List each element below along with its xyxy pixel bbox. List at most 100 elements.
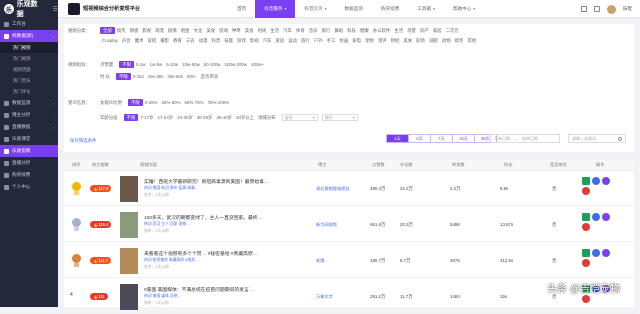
play-icon[interactable] <box>602 177 610 185</box>
nav-help[interactable]: 帮助中心 ▾ <box>444 0 484 18</box>
category-chip-row2-17[interactable]: 手工 <box>325 37 338 44</box>
duration-chip-4[interactable]: 60s+ <box>185 73 199 80</box>
video-thumbnail[interactable] <box>120 176 138 202</box>
age-chip-2[interactable]: 17-24岁 <box>156 114 176 121</box>
blogger-link[interactable]: 新华网视频 <box>316 222 337 228</box>
category-chip-22[interactable]: 生活 <box>392 27 405 34</box>
category-chip-row2-11[interactable]: 影视 <box>248 37 261 44</box>
category-chip-18[interactable]: 舞蹈 <box>332 27 345 34</box>
date-range-picker[interactable]: 开始日期 — 结束日期 <box>490 134 560 143</box>
gender-chip-3[interactable]: 50%-75% <box>183 99 206 106</box>
video-title[interactable]: #美国 美国媒体：不满总统在疫苗问题期间的发言… <box>144 286 284 293</box>
category-chip-11[interactable]: 美妆 <box>243 27 256 34</box>
sidebar-item-guide[interactable]: 乐观指南 <box>0 145 58 157</box>
star-icon[interactable] <box>582 187 590 195</box>
message-icon[interactable] <box>593 6 600 12</box>
nav-home[interactable]: 首页 <box>228 0 255 18</box>
category-chip-4[interactable]: 萌宠 <box>153 27 166 34</box>
category-chip-row2-14[interactable]: 运动 <box>286 37 299 44</box>
age-chip-6[interactable]: 40岁以上 <box>234 114 256 121</box>
nav-data-monitor[interactable]: 数据监测 <box>336 0 372 18</box>
category-chip-row2-16[interactable]: 户外 <box>312 37 325 44</box>
category-chip-row2-25[interactable]: 减肥 <box>427 37 440 44</box>
sidebar-item-find-data[interactable]: 找数据(新) ▾ <box>0 30 58 42</box>
category-chip-row2-21[interactable]: 测评 <box>376 37 389 44</box>
col-rank[interactable]: 排序 <box>72 162 80 168</box>
category-chip-15[interactable]: 体育 <box>294 27 307 34</box>
category-chip-7[interactable]: 文化 <box>192 27 205 34</box>
category-chip-row2-10[interactable]: 游戏 <box>235 37 248 44</box>
category-chip-row2-6[interactable]: 三农 <box>184 37 197 44</box>
col-comments[interactable]: 评论数 <box>400 162 413 168</box>
sidebar-item-live-analysis[interactable]: 直播分析 <box>0 157 58 169</box>
blogger-link[interactable]: 湖北黄鹤楼电视台 <box>316 186 350 192</box>
category-chip-row2-1[interactable]: 声音 <box>120 37 133 44</box>
star-icon[interactable] <box>582 259 590 267</box>
sidebar-sub-video-topic[interactable]: 视频话题 <box>0 64 58 75</box>
likes-chip-3[interactable]: 5-10w <box>164 61 180 68</box>
category-chip-9[interactable]: 游戏 <box>217 27 230 34</box>
duration-chip-2[interactable]: 15s-30s <box>146 73 166 80</box>
city-select[interactable]: 城市 <box>321 114 358 121</box>
category-chip-2[interactable]: 情感 <box>128 27 141 34</box>
avatar[interactable] <box>606 4 616 14</box>
video-title[interactable]: 实锤！西班大学最新研究！新冠病毒源到美国！最原始毒… <box>144 178 284 185</box>
data-chart-icon[interactable] <box>582 249 590 257</box>
category-chip-row2-28[interactable]: 其他 <box>465 37 478 44</box>
col-duration[interactable]: 时长 <box>504 162 512 168</box>
category-chip-13[interactable]: 生活 <box>268 27 281 34</box>
duration-chip-0[interactable]: 不限 <box>116 73 131 80</box>
nav-purchase[interactable]: 购买续费 <box>372 0 408 18</box>
category-chip-row2-15[interactable]: 旅行 <box>299 37 312 44</box>
sidebar-sub-hot-video-2[interactable]: 热门视频 <box>0 53 58 64</box>
category-chip-row2-19[interactable]: 家电 <box>350 37 363 44</box>
user-name[interactable]: 乐玩 <box>623 6 632 12</box>
sidebar-item-class[interactable]: 乐观课堂 <box>0 133 58 145</box>
category-chip-14[interactable]: 汽车 <box>281 27 294 34</box>
analysis-icon[interactable] <box>592 249 600 257</box>
category-chip-1[interactable]: 搞笑 <box>115 27 128 34</box>
category-chip-17[interactable]: 旅行 <box>320 27 333 34</box>
sidebar-sub-hot-music[interactable]: 热门音乐 <box>0 75 58 86</box>
likes-chip-4[interactable]: 10w-50w <box>180 61 202 68</box>
category-chip-row2-5[interactable]: 教育 <box>171 37 184 44</box>
search-icon[interactable] <box>618 137 622 141</box>
nav-douyin-beibei[interactable]: 抖音贝贝 ▾ <box>295 0 335 18</box>
category-chip-12[interactable]: 时尚 <box>256 27 269 34</box>
category-chip-row2-22[interactable]: 财经 <box>389 37 402 44</box>
video-title[interactable]: 来看看这个视频有多个个赞… #秘密基地 #青藏高原… <box>144 250 284 257</box>
play-icon[interactable] <box>602 249 610 257</box>
category-chip-10[interactable]: 种草 <box>230 27 243 34</box>
category-chip-row2-8[interactable]: 科普 <box>209 37 222 44</box>
date-tab-2[interactable]: 7天 <box>430 134 453 143</box>
sidebar-item-profile[interactable]: 个人中心 <box>0 181 58 193</box>
bell-icon[interactable] <box>580 6 587 12</box>
likes-chip-0[interactable]: 不限 <box>119 61 134 68</box>
category-chip-20[interactable]: 健康 <box>358 27 371 34</box>
gender-chip-4[interactable]: 75%-100% <box>206 99 231 106</box>
category-chip-16[interactable]: 音乐 <box>307 27 320 34</box>
category-chip-row2-27[interactable]: 搞笑 <box>453 37 466 44</box>
province-select[interactable]: 省份 <box>281 114 318 121</box>
save-filter-link[interactable]: 保存筛选条件 <box>70 138 96 144</box>
category-chip-row2-24[interactable]: 职场 <box>414 37 427 44</box>
category-chip-21[interactable]: 办公软件 <box>371 27 393 34</box>
likes-chip-7[interactable]: 200w+ <box>249 61 266 68</box>
category-chip-row2-23[interactable]: 美食 <box>401 37 414 44</box>
data-chart-icon[interactable] <box>582 177 590 185</box>
sidebar-sub-hot-comment[interactable]: 热门评论 <box>0 86 58 97</box>
category-chip-row2-12[interactable]: 汽车 <box>261 37 274 44</box>
date-tab-1[interactable]: 3天 <box>408 134 431 143</box>
likes-chip-6[interactable]: 100w-200w <box>223 61 249 68</box>
table-row[interactable]: 🔥 117.5 实锤！西班大学最新研究！新冠病毒源到美国！最原始毒… 热词 美国 新冠… <box>64 172 634 206</box>
sidebar-item-blogger[interactable]: 博主分析 › <box>0 109 58 121</box>
col-heat[interactable]: 热力指数 <box>92 162 109 168</box>
analysis-icon[interactable] <box>592 213 600 221</box>
sidebar-item-data-monitor[interactable]: 数据监测 › <box>0 97 58 109</box>
category-chip-0[interactable]: 全部 <box>100 27 115 34</box>
gender-chip-2[interactable]: 25%-50% <box>159 99 182 106</box>
age-chip-3[interactable]: 24-30岁 <box>175 114 195 121</box>
app-logo[interactable]: 乐 乐观数据 ☰ <box>0 0 58 18</box>
category-chip-25[interactable]: 家居 <box>431 27 444 34</box>
likes-chip-5[interactable]: 50-100w <box>202 61 223 68</box>
